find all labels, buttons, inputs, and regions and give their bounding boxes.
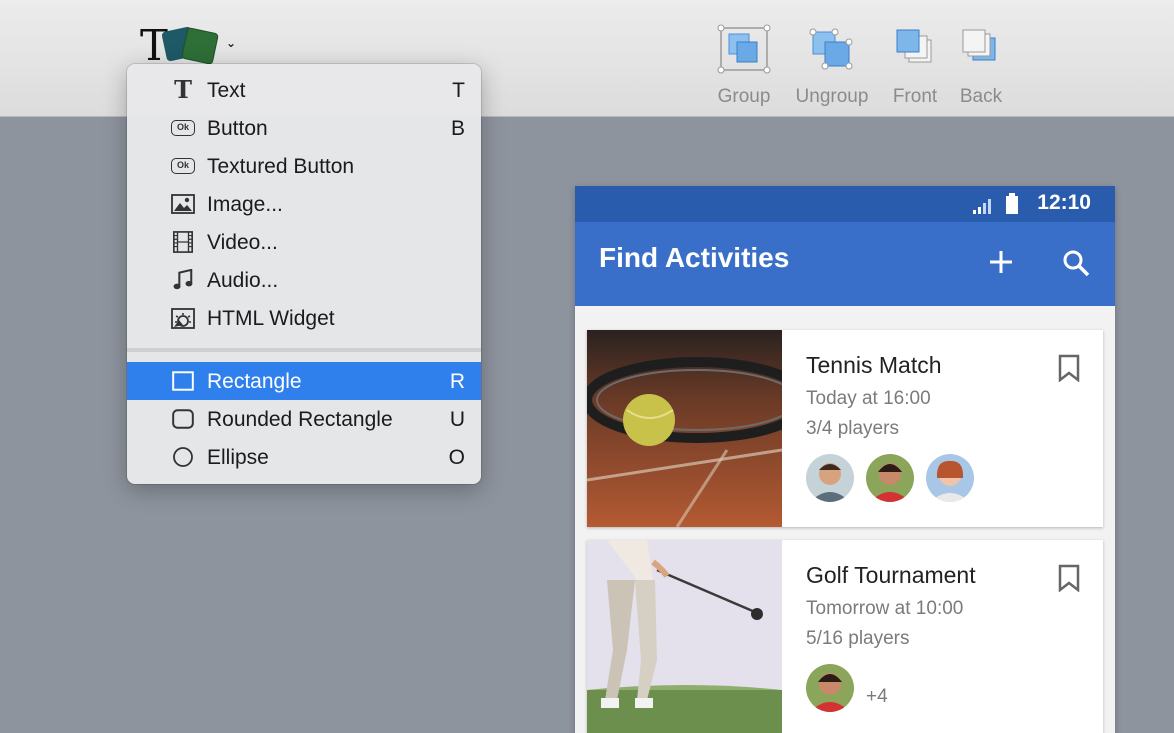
menu-item-label: Rounded Rectangle	[207, 408, 393, 431]
menu-item-textured-button[interactable]: Ok Textured Button	[127, 147, 481, 185]
avatar	[926, 454, 974, 502]
menu-item-video[interactable]: Video...	[127, 223, 481, 261]
front-button[interactable]: Front	[886, 22, 944, 112]
menu-item-shortcut: U	[449, 408, 465, 431]
card-title: Golf Tournament	[806, 562, 976, 588]
front-label: Front	[892, 86, 938, 107]
rounded-rectangle-icon	[172, 409, 194, 429]
card-title: Tennis Match	[806, 352, 942, 378]
bookmark-icon[interactable]	[1057, 564, 1081, 592]
group-button[interactable]: Group	[708, 22, 780, 112]
menu-item-rounded-rectangle[interactable]: Rounded Rectangle U	[127, 400, 481, 438]
rectangle-icon	[172, 371, 194, 391]
menu-item-label: HTML Widget	[207, 307, 335, 330]
menu-item-audio[interactable]: Audio...	[127, 261, 481, 299]
menu-item-label: Rectangle	[207, 370, 302, 393]
menu-item-html-widget[interactable]: HTML Widget	[127, 299, 481, 337]
back-label: Back	[959, 86, 1003, 107]
video-icon	[173, 231, 193, 253]
chevron-down-icon: ⌄	[226, 36, 237, 50]
button-icon-glyph: Ok	[171, 158, 195, 174]
signal-icon	[973, 199, 991, 214]
card-players: 5/16 players	[806, 628, 910, 649]
card-time: Today at 16:00	[806, 388, 931, 409]
tennis-photo	[587, 330, 782, 527]
back-button[interactable]: Back	[952, 22, 1010, 112]
menu-item-text[interactable]: T Text T	[127, 71, 481, 109]
menu-item-image[interactable]: Image...	[127, 185, 481, 223]
status-time: 12:10	[1037, 191, 1091, 214]
menu-item-label: Text	[207, 79, 246, 102]
card-time: Tomorrow at 10:00	[806, 598, 964, 619]
menu-item-shortcut: R	[449, 370, 465, 393]
status-bar: 12:10	[575, 186, 1115, 222]
app-title: Find Activities	[599, 242, 790, 273]
menu-item-label: Image...	[207, 193, 283, 216]
menu-item-shortcut: O	[448, 446, 465, 469]
ungroup-label: Ungroup	[795, 86, 869, 107]
group-label: Group	[717, 86, 771, 107]
ungroup-button[interactable]: Ungroup	[788, 22, 876, 112]
card-players: 3/4 players	[806, 418, 899, 439]
menu-item-button[interactable]: Ok Button B	[127, 109, 481, 147]
group-icon	[717, 24, 771, 74]
menu-item-label: Audio...	[207, 269, 279, 292]
menu-item-label: Ellipse	[207, 446, 269, 469]
shape-icon	[181, 27, 219, 65]
textured-button-icon: Ok	[171, 155, 195, 177]
button-icon-glyph: Ok	[171, 120, 195, 136]
golf-photo	[587, 540, 782, 733]
phone-mockup[interactable]: 12:10 Find Activities Tennis Match Today…	[575, 186, 1115, 733]
insert-shape-menu: T Text T Ok Button B Ok Textured Button …	[127, 64, 481, 484]
menu-item-shortcut: T	[452, 79, 465, 102]
bring-to-front-icon	[896, 29, 932, 63]
menu-separator	[127, 348, 481, 352]
search-icon[interactable]	[1061, 248, 1091, 278]
activity-card[interactable]: Tennis Match Today at 16:00 3/4 players	[587, 330, 1103, 527]
battery-icon	[1006, 193, 1018, 214]
image-icon	[171, 194, 195, 214]
plus-icon[interactable]	[987, 248, 1015, 276]
button-icon: Ok	[171, 117, 195, 139]
send-to-back-icon	[962, 29, 996, 61]
menu-item-rectangle[interactable]: Rectangle R	[127, 362, 481, 400]
text-icon: T	[174, 75, 192, 104]
avatar	[806, 454, 854, 502]
menu-item-ellipse[interactable]: Ellipse O	[127, 438, 481, 476]
menu-item-label: Video...	[207, 231, 278, 254]
more-players-count: +4	[866, 686, 888, 707]
menu-item-label: Textured Button	[207, 155, 355, 178]
avatar	[866, 454, 914, 502]
bookmark-icon[interactable]	[1057, 354, 1081, 382]
html-widget-icon	[171, 308, 195, 329]
avatar	[806, 664, 854, 712]
activity-card[interactable]: Golf Tournament Tomorrow at 10:00 5/16 p…	[587, 540, 1103, 733]
menu-item-label: Button	[207, 117, 268, 140]
ungroup-icon	[809, 28, 853, 70]
app-bar: Find Activities	[575, 222, 1115, 306]
audio-icon	[173, 269, 193, 290]
ellipse-icon	[173, 447, 193, 467]
menu-item-shortcut: B	[450, 117, 465, 140]
insert-shape-button[interactable]: T ⌄	[140, 24, 250, 68]
